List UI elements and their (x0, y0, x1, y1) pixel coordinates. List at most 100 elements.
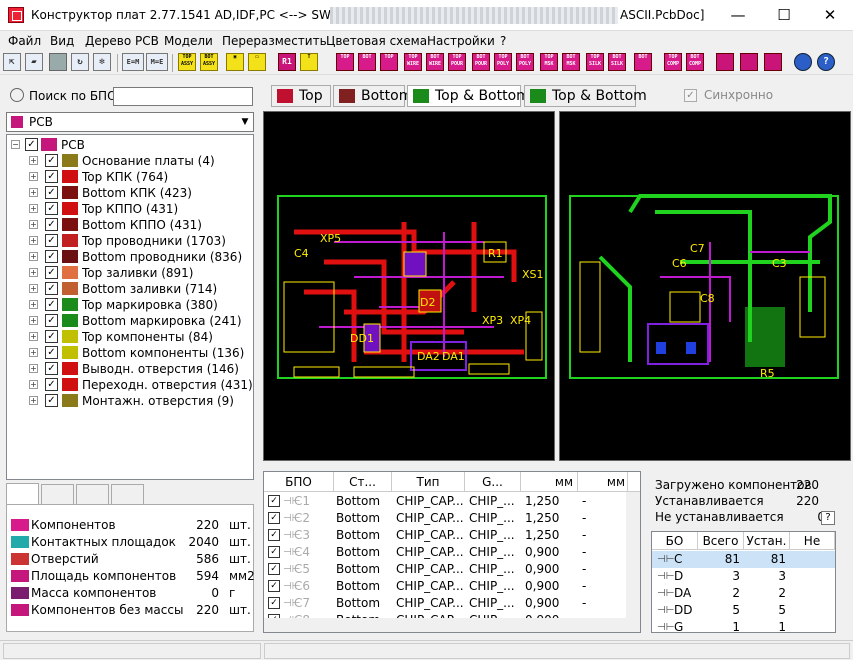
col-installed[interactable]: Устан. (744, 532, 790, 550)
bottom-silk-icon[interactable]: BOT SILK (608, 53, 626, 71)
tree-item-checkbox[interactable]: ✓ (45, 266, 58, 279)
tab-view-top[interactable]: Top (271, 85, 331, 107)
expand-icon[interactable]: + (29, 220, 38, 229)
tree-item-checkbox[interactable]: ✓ (45, 282, 58, 295)
top-layer-icon[interactable]: TOP (336, 53, 354, 71)
grid-vertical-scrollbar[interactable] (626, 492, 640, 620)
top-wire-icon[interactable]: TOP WIRE (404, 53, 422, 71)
expand-icon[interactable]: + (29, 316, 38, 325)
menu-models[interactable]: Модели (164, 34, 213, 48)
tree-item[interactable]: + ✓ Top КППО (431) (7, 201, 253, 217)
tab-models[interactable] (111, 484, 144, 504)
tree-item[interactable]: + ✓ Top маркировка (380) (7, 297, 253, 313)
expand-icon[interactable]: + (29, 204, 38, 213)
tree-item-checkbox[interactable]: ✓ (45, 394, 58, 407)
tree-item[interactable]: + ✓ Bottom заливки (714) (7, 281, 253, 297)
save-icon[interactable] (49, 53, 67, 71)
search-input[interactable] (113, 87, 253, 106)
tree-item[interactable]: + ✓ Основание платы (4) (7, 153, 253, 169)
row-checkbox[interactable]: ✓ (268, 495, 280, 507)
refresh-icon[interactable]: ↻ (71, 53, 89, 71)
help-button[interactable]: ? (821, 511, 835, 525)
menu-view[interactable]: Вид (50, 34, 74, 48)
tree-item-checkbox[interactable]: ✓ (45, 202, 58, 215)
tree-item[interactable]: + ✓ Top заливки (891) (7, 265, 253, 281)
tree-item[interactable]: + ✓ Bottom компоненты (136) (7, 345, 253, 361)
top-layer-alt-icon[interactable]: TOP (380, 53, 398, 71)
outline-view-icon[interactable]: ◻ (248, 53, 266, 71)
tab-view-top-bottom-horizontal[interactable]: Top & Bottom (524, 85, 647, 107)
chevron-down-icon[interactable]: ▼ (237, 113, 253, 131)
tree-item[interactable]: + ✓ Выводн. отверстия (146) (7, 361, 253, 377)
open-icon[interactable]: ⇱ (3, 53, 21, 71)
col-geometry[interactable]: G... (465, 472, 521, 492)
col-offset[interactable]: мм (578, 472, 628, 492)
tab-view-bottom[interactable]: Bottom (333, 85, 412, 107)
menu-pcb-tree[interactable]: Дерево PCB (85, 34, 159, 48)
tab-view-top-bottom-vertical[interactable]: Top & Bottom (407, 85, 530, 107)
tree-item-checkbox[interactable]: ✓ (45, 154, 58, 167)
bottom-extra-icon[interactable]: BOT (634, 53, 652, 71)
tree-item-checkbox[interactable]: ✓ (45, 234, 58, 247)
menu-settings[interactable]: Настройки (427, 34, 495, 48)
tree-item-checkbox[interactable]: ✓ (45, 218, 58, 231)
settings-icon[interactable]: ✻ (93, 53, 111, 71)
tree-item-checkbox[interactable]: ✓ (45, 362, 58, 375)
table-row[interactable]: ✓ ⊣⊢ C5 Bottom CHIP_CAP... CHIP_... 0,900- (264, 561, 628, 578)
tree-item[interactable]: + ✓ Bottom маркировка (241) (7, 313, 253, 329)
pcb-select[interactable]: PCB ▼ (6, 112, 254, 132)
text-tool-icon[interactable]: T (300, 53, 318, 71)
tree-root-checkbox[interactable]: ✓ (25, 138, 38, 151)
bottom-comp-icon[interactable]: BOT COMP (686, 53, 704, 71)
tab-components[interactable] (76, 484, 109, 504)
bottom-assembly-icon[interactable]: BOT ASSY (200, 53, 218, 71)
top-mask-icon[interactable]: TOP MSK (540, 53, 558, 71)
tree-item[interactable]: + ✓ Монтажн. отверстия (9) (7, 393, 253, 409)
count-row[interactable]: ⊣⊢ C 81 81 (652, 551, 835, 568)
count-row[interactable]: ⊣⊢ G 1 1 (652, 619, 835, 632)
menu-color-scheme[interactable]: Цветовая схема (326, 34, 427, 48)
count-row[interactable]: ⊣⊢ DD 5 5 (652, 602, 835, 619)
tab-layers[interactable] (41, 484, 74, 504)
bottom-pour-icon[interactable]: BOT POUR (472, 53, 490, 71)
grid-horizontal-scrollbar[interactable] (264, 618, 640, 632)
row-checkbox[interactable]: ✓ (268, 597, 280, 609)
expand-icon[interactable]: + (29, 364, 38, 373)
layout-3-icon[interactable] (764, 53, 782, 71)
row-checkbox[interactable]: ✓ (268, 512, 280, 524)
bottom-mask-icon[interactable]: BOT MSK (562, 53, 580, 71)
bottom-layer-icon[interactable]: BOT (358, 53, 376, 71)
expand-icon[interactable]: + (29, 236, 38, 245)
assembly-view-icon[interactable]: ▣ (226, 53, 244, 71)
row-checkbox[interactable]: ✓ (268, 546, 280, 558)
expand-icon[interactable]: + (29, 284, 38, 293)
col-type[interactable]: Тип (392, 472, 465, 492)
layout-2-icon[interactable] (740, 53, 758, 71)
expand-icon[interactable]: + (29, 156, 38, 165)
col-height[interactable]: мм (521, 472, 578, 492)
menu-rearrange[interactable]: Переразместить (222, 34, 327, 48)
tree-item-checkbox[interactable]: ✓ (45, 170, 58, 183)
expand-icon[interactable]: + (29, 380, 38, 389)
col-not-installed[interactable]: Не уст. (790, 532, 835, 566)
count-row[interactable]: ⊣⊢ DA 2 2 (652, 585, 835, 602)
table-row[interactable]: ✓ ⊣⊢ C3 Bottom CHIP_CAP... CHIP_... 1,250- (264, 527, 628, 544)
tree-root[interactable]: − ✓ PCB (7, 137, 253, 153)
col-designator[interactable]: БПО (264, 472, 334, 492)
tree-item[interactable]: + ✓ Top проводники (1703) (7, 233, 253, 249)
tree-item[interactable]: + ✓ Bottom КПК (423) (7, 185, 253, 201)
designator-icon[interactable]: R1 (278, 53, 296, 71)
top-comp-icon[interactable]: TOP COMP (664, 53, 682, 71)
tree-item-checkbox[interactable]: ✓ (45, 346, 58, 359)
tree-item[interactable]: + ✓ Bottom проводники (836) (7, 249, 253, 265)
row-checkbox[interactable]: ✓ (268, 563, 280, 575)
tree-item-checkbox[interactable]: ✓ (45, 314, 58, 327)
col-side[interactable]: Ст... (334, 472, 392, 492)
maximize-button[interactable]: ☐ (761, 0, 807, 31)
expand-icon[interactable]: + (29, 396, 38, 405)
tab-statistics[interactable] (6, 483, 39, 505)
tree-item-checkbox[interactable]: ✓ (45, 378, 58, 391)
table-row[interactable]: ✓ ⊣⊢ C1 Bottom CHIP_CAP... CHIP_... 1,250- (264, 493, 628, 510)
export-model-icon[interactable]: E=M (122, 53, 144, 71)
expand-icon[interactable]: + (29, 268, 38, 277)
